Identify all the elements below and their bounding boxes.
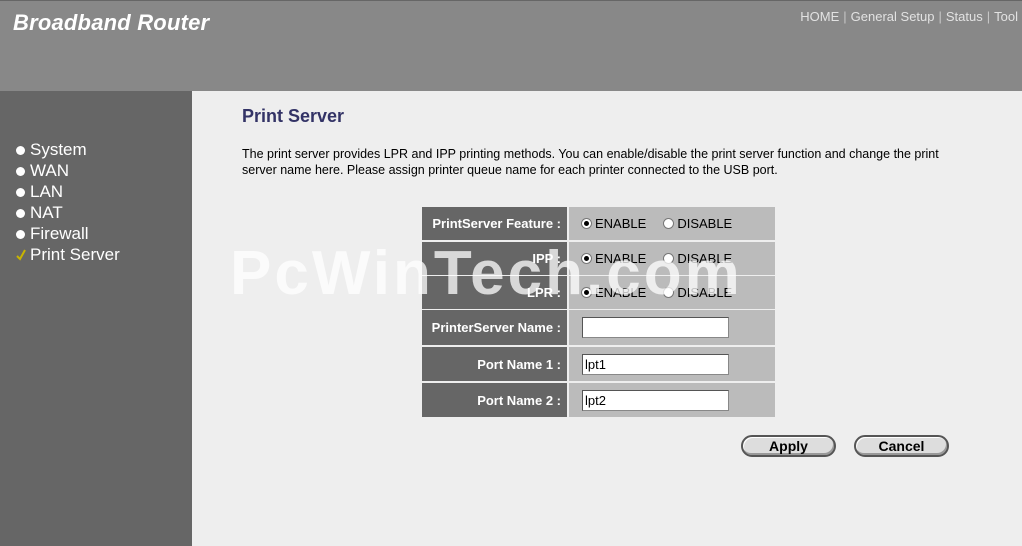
row-lpr: LPR : ENABLE DISABLE [422, 276, 775, 309]
sidebar-item-print-server[interactable]: Print Server [16, 245, 120, 265]
sidebar-item-nat[interactable]: NAT [16, 203, 63, 223]
row-value [569, 310, 775, 345]
sidebar-item-label: NAT [30, 203, 63, 222]
sidebar-item-label: WAN [30, 161, 70, 180]
header-bar: Broadband Router HOME | General Setup | Stat… [0, 0, 1022, 91]
port-name-2-input[interactable] [582, 389, 729, 411]
port-name-1-input[interactable] [582, 353, 729, 375]
page-title: Print Server [242, 106, 345, 126]
lpr-disable-radio[interactable]: DISABLE [663, 285, 732, 300]
nav-tool-link[interactable]: Tool [994, 9, 1018, 24]
row-printserver-feature: PrintServer Feature : ENABLE DISABLE [422, 207, 775, 240]
radio-label: DISABLE [677, 216, 733, 231]
nav-home-link[interactable]: HOME [800, 9, 839, 24]
radio-label: ENABLE [595, 251, 647, 266]
row-value [569, 347, 775, 381]
row-ipp: IPP : ENABLE DISABLE [422, 242, 775, 275]
lpr-enable-radio[interactable]: ENABLE [581, 285, 646, 300]
bullet-icon [16, 187, 25, 197]
ipp-disable-radio[interactable]: DISABLE [663, 251, 732, 266]
nav-separator: | [843, 9, 847, 24]
row-port-name-1: Port Name 1 : [422, 347, 775, 381]
cancel-button[interactable]: Cancel [854, 435, 949, 457]
sidebar-item-label: System [30, 140, 87, 159]
nav-separator: | [986, 9, 991, 24]
radio-label: ENABLE [595, 285, 647, 300]
nav-status-link[interactable]: Status [946, 9, 983, 24]
radio-label: ENABLE [595, 216, 647, 231]
sidebar-item-firewall[interactable]: Firewall [16, 224, 89, 244]
sidebar-item-label: Firewall [30, 224, 89, 243]
row-port-name-2: Port Name 2 : [422, 383, 775, 417]
row-value: ENABLE DISABLE [569, 242, 775, 275]
checkmark-icon [16, 249, 26, 261]
row-label: PrintServer Feature : [422, 207, 567, 240]
sidebar-item-label: LAN [30, 182, 64, 201]
ipp-enable-radio[interactable]: ENABLE [581, 251, 646, 266]
bullet-icon [16, 145, 25, 155]
row-printerserver-name: PrinterServer Name : [422, 310, 775, 345]
row-label: LPR : [422, 276, 567, 309]
row-value: ENABLE DISABLE [569, 207, 775, 240]
brand-title: Broadband Router [13, 10, 210, 35]
radio-selected-icon [581, 287, 592, 298]
top-nav: HOME | General Setup | Status | Tool [800, 9, 1018, 24]
bullet-icon [16, 166, 25, 176]
printerserver-name-input[interactable] [582, 317, 729, 338]
sidebar-item-label: Print Server [30, 245, 120, 264]
radio-selected-icon [581, 218, 592, 229]
sidebar-item-lan[interactable]: LAN [16, 182, 63, 202]
sidebar: System WAN LAN NAT Firewall Print Server [0, 91, 192, 546]
row-label: Port Name 2 : [422, 383, 567, 417]
printserver-disable-radio[interactable]: DISABLE [663, 216, 732, 231]
nav-separator: | [938, 9, 942, 24]
radio-selected-icon [581, 253, 592, 264]
row-value [569, 383, 775, 417]
nav-general-setup-link[interactable]: General Setup [851, 9, 935, 24]
radio-unselected-icon [663, 218, 675, 229]
radio-unselected-icon [663, 287, 675, 298]
sidebar-item-wan[interactable]: WAN [16, 161, 69, 181]
printserver-enable-radio[interactable]: ENABLE [581, 216, 646, 231]
row-label: IPP : [422, 242, 567, 275]
row-label: PrinterServer Name : [422, 310, 567, 345]
radio-label: DISABLE [677, 285, 733, 300]
row-value: ENABLE DISABLE [569, 276, 775, 309]
page-description: The print server provides LPR and IPP pr… [242, 147, 939, 177]
sidebar-item-system[interactable]: System [16, 140, 87, 160]
radio-unselected-icon [663, 253, 675, 264]
bullet-icon [16, 208, 25, 218]
bullet-icon [16, 229, 25, 239]
radio-label: DISABLE [677, 251, 733, 266]
apply-button[interactable]: Apply [741, 435, 836, 457]
row-label: Port Name 1 : [422, 347, 567, 381]
